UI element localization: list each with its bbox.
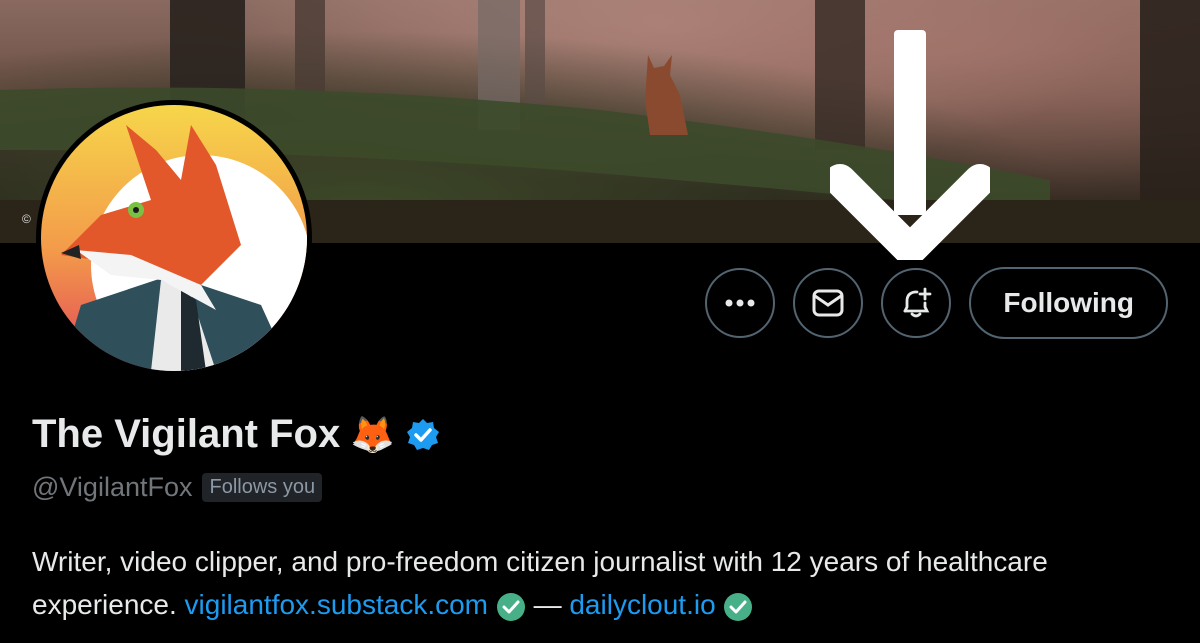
message-button[interactable]	[793, 268, 864, 338]
verified-link-check-icon	[496, 592, 525, 621]
follows-you-badge: Follows you	[202, 473, 323, 502]
profile-avatar[interactable]	[36, 100, 312, 376]
profile-actions: Following	[705, 267, 1168, 339]
link-separator: —	[525, 589, 570, 620]
dailyclout-link[interactable]: dailyclout.io	[569, 589, 715, 620]
profile-name-row: The Vigilant Fox 🦊	[32, 412, 441, 457]
ellipsis-icon	[725, 299, 755, 307]
more-options-button[interactable]	[705, 268, 776, 338]
handle-row: @VigilantFox Follows you	[32, 472, 323, 503]
username-handle: @VigilantFox	[32, 472, 193, 502]
fox-emoji: 🦊	[350, 413, 396, 455]
copyright-mark: ©	[22, 212, 31, 226]
notifications-button[interactable]	[881, 268, 952, 338]
display-name: The Vigilant Fox	[32, 412, 341, 456]
bell-plus-icon	[903, 287, 932, 318]
mail-icon	[812, 289, 844, 317]
verified-link-check-icon	[724, 592, 753, 621]
profile-bio: Writer, video clipper, and pro-freedom c…	[32, 540, 1182, 626]
down-arrow-annotation	[830, 30, 990, 260]
substack-link[interactable]: vigilantfox.substack.com	[185, 589, 488, 620]
fox-avatar-image	[41, 105, 307, 371]
following-button[interactable]: Following	[969, 267, 1168, 339]
verified-badge-icon[interactable]	[405, 417, 441, 453]
